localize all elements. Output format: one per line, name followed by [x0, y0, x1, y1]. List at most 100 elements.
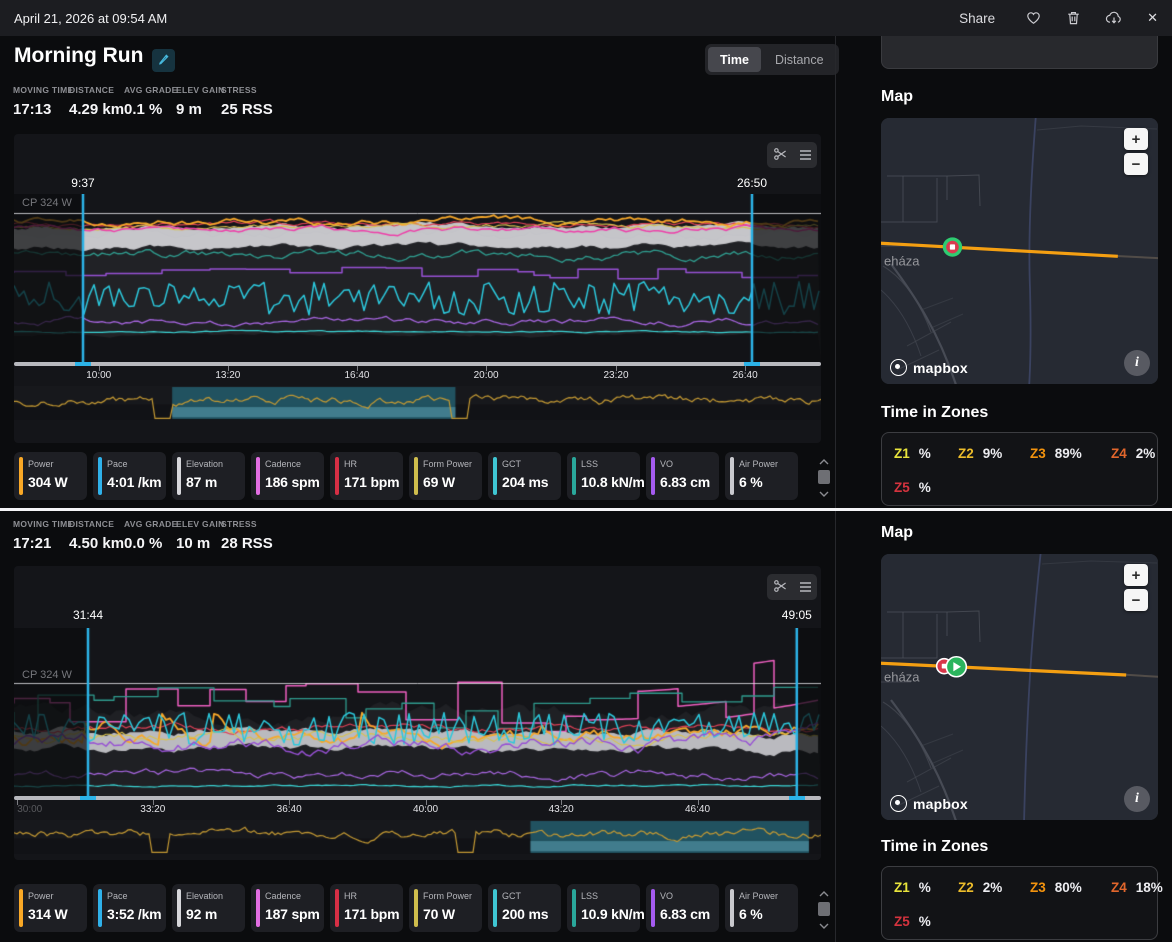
metric-chip-elevation[interactable]: Elevation 92 m [172, 884, 245, 932]
edit-title-button[interactable] [152, 49, 175, 72]
zone-row: Z5% [882, 913, 1157, 931]
metric-chip-cadence[interactable]: Cadence 187 spm [251, 884, 324, 932]
axis-tick-label: 33:20 [140, 804, 166, 815]
metric-chip-vo[interactable]: VO 6.83 cm [646, 884, 719, 932]
map-canvas[interactable]: eháza [881, 118, 1158, 384]
metric-chip-lss[interactable]: LSS 10.9 kN/m [567, 884, 645, 932]
metric-chip-elevation[interactable]: Elevation 87 m [172, 452, 245, 500]
activity-date: April 21, 2026 at 09:54 AM [14, 10, 168, 26]
zoom-out-button[interactable]: − [1124, 589, 1148, 611]
zoom-out-button[interactable]: − [1124, 153, 1148, 175]
chevron-up-icon[interactable] [819, 884, 829, 902]
chart-toolbar [767, 142, 817, 168]
stat: MOVING TIME 17:13 [13, 85, 73, 118]
close-button[interactable] [1147, 10, 1158, 26]
sync-button[interactable] [1105, 10, 1123, 26]
zoom-in-button[interactable]: + [1124, 564, 1148, 586]
map-info-button[interactable] [1124, 786, 1150, 812]
metric-name: Form Power [423, 891, 473, 901]
zone-value: % [918, 480, 931, 495]
route-map[interactable]: eháza + − mapbox [881, 118, 1158, 384]
metric-chip-power[interactable]: Power 304 W [14, 452, 87, 500]
metric-name: HR [344, 891, 357, 901]
chip-color-bar [98, 889, 102, 927]
map-canvas[interactable]: eháza [881, 554, 1158, 820]
mapbox-attribution[interactable]: mapbox [890, 359, 968, 376]
chevron-down-icon[interactable] [819, 484, 829, 502]
axis-tick-label: 30:00 [17, 804, 43, 815]
share-button[interactable]: Share [953, 10, 1001, 27]
zone-value: 18% [1135, 880, 1163, 895]
zone-value: % [918, 446, 931, 461]
zone-row: Z1% Z2 2% Z3 80% Z4 18% [882, 879, 1163, 897]
scroll-handle-right[interactable] [744, 362, 760, 366]
route-start-marker[interactable] [945, 655, 968, 678]
menu-icon [800, 582, 811, 592]
zone-value: 80% [1054, 880, 1082, 895]
metric-chip-hr[interactable]: HR 171 bpm [330, 884, 403, 932]
chart-menu-button[interactable] [800, 150, 811, 160]
metric-chip-air-power[interactable]: Air Power 6 % [725, 452, 798, 500]
selection-start-label: 31:44 [72, 608, 104, 622]
stat-label: MOVING TIME [13, 519, 74, 529]
toggle-time[interactable]: Time [708, 47, 761, 72]
zone-label: Z1 [894, 880, 910, 895]
selection-end-label: 26:50 [736, 176, 768, 190]
metric-name: Cadence [265, 891, 302, 901]
crop-button[interactable] [773, 579, 788, 596]
metric-chip-pace[interactable]: Pace 3:52 /km [93, 884, 166, 932]
metric-chip-lss[interactable]: LSS 10.8 kN/m [567, 452, 645, 500]
mapbox-attribution[interactable]: mapbox [890, 795, 968, 812]
metric-value: 92 m [186, 906, 218, 922]
map-info-button[interactable] [1124, 350, 1150, 376]
metric-chip-air-power[interactable]: Air Power 6 % [725, 884, 798, 932]
metric-value: 10.9 kN/m [581, 906, 645, 922]
metric-chip-form-power[interactable]: Form Power 69 W [409, 452, 482, 500]
zone-value: 89% [1054, 446, 1082, 461]
favorite-button[interactable] [1025, 10, 1042, 26]
chart-toolbar [767, 574, 817, 600]
activity-chart-canvas[interactable] [14, 194, 821, 362]
route-map[interactable]: eháza + − mapbox [881, 554, 1158, 820]
metric-chip-hr[interactable]: HR 171 bpm [330, 452, 403, 500]
time-in-zones-card: Z1% Z2 2% Z3 80% Z4 18% Z5% [881, 866, 1163, 940]
chip-color-bar [572, 889, 576, 927]
metric-chip-form-power[interactable]: Form Power 70 W [409, 884, 482, 932]
crop-button[interactable] [773, 147, 788, 164]
stat-label: AVG GRADE [124, 519, 178, 529]
stat: STRESS 28 RSS [221, 519, 273, 552]
map-heading: Map [881, 88, 913, 105]
activity-chart-canvas[interactable] [14, 628, 821, 796]
axis-tick-label: 26:40 [732, 370, 758, 381]
chip-scroll-thumb[interactable] [818, 470, 830, 484]
route-stop-marker[interactable] [942, 237, 963, 257]
scroll-handle-right[interactable] [788, 796, 805, 800]
stat-label: STRESS [221, 85, 257, 95]
metric-chip-vo[interactable]: VO 6.83 cm [646, 452, 719, 500]
chip-scroll-thumb[interactable] [818, 902, 830, 916]
scroll-handle-left[interactable] [80, 796, 96, 800]
chevron-down-icon[interactable] [819, 916, 829, 934]
selection-end-label: 49:05 [781, 608, 812, 622]
chart-scrollbar[interactable] [14, 796, 821, 800]
stat-label: STRESS [221, 519, 257, 529]
metric-name: VO [660, 891, 674, 901]
metric-chip-gct[interactable]: GCT 204 ms [488, 452, 561, 500]
chart-scrollbar[interactable] [14, 362, 821, 366]
stat: STRESS 25 RSS [221, 85, 273, 118]
metric-value: 70 W [423, 906, 455, 922]
metric-chip-gct[interactable]: GCT 200 ms [488, 884, 561, 932]
toggle-distance[interactable]: Distance [763, 47, 836, 72]
chevron-up-icon[interactable] [819, 452, 829, 470]
zoom-in-button[interactable]: + [1124, 128, 1148, 150]
metric-chip-pace[interactable]: Pace 4:01 /km [93, 452, 166, 500]
metric-chip-cadence[interactable]: Cadence 186 spm [251, 452, 324, 500]
overview-strip-canvas[interactable] [14, 386, 821, 420]
scroll-handle-left[interactable] [74, 362, 91, 366]
chart-menu-button[interactable] [800, 582, 811, 592]
delete-button[interactable] [1066, 10, 1081, 26]
metric-chip-power[interactable]: Power 314 W [14, 884, 87, 932]
overview-strip-canvas[interactable] [14, 820, 821, 854]
chip-color-bar [177, 457, 181, 495]
chip-color-bar [651, 889, 655, 927]
